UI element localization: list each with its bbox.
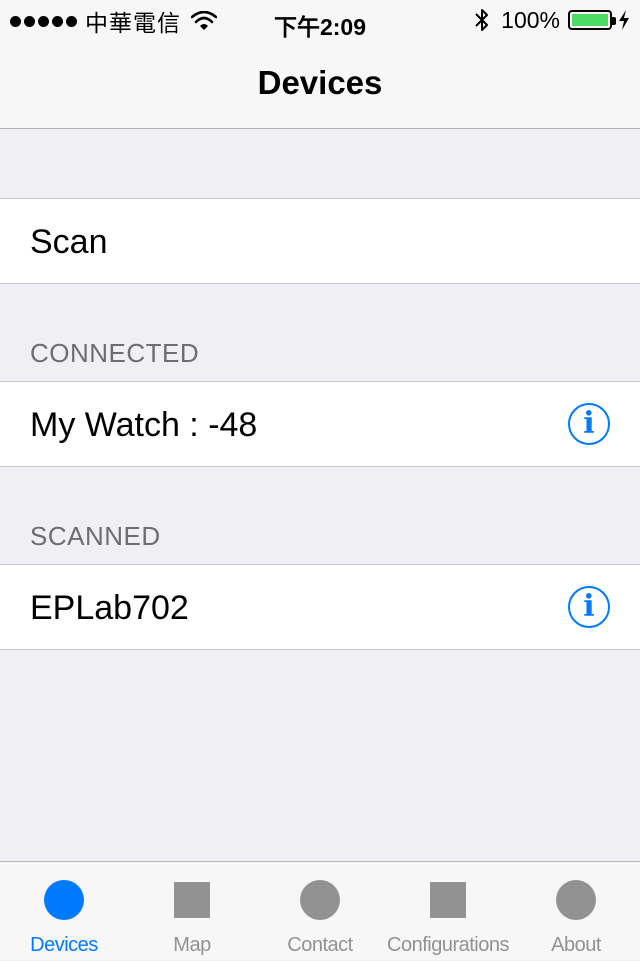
tab-contact[interactable]: Contact [256,862,384,961]
device-cell-scanned[interactable]: EPLab702 i [0,564,640,650]
tab-label: Configurations [387,934,509,956]
tab-configurations[interactable]: Configurations [384,862,512,961]
tab-devices[interactable]: Devices [0,862,128,961]
battery-percent: 100% [501,6,560,33]
tab-about[interactable]: About [512,862,640,961]
square-icon [174,882,210,918]
status-bar: 中華電信 下午2:09 100% [0,0,640,40]
tab-label: Map [173,934,211,956]
tab-map[interactable]: Map [128,862,256,961]
scan-label: Scan [30,223,108,261]
device-label: EPLab702 [30,589,189,627]
square-icon [430,882,466,918]
scan-cell[interactable]: Scan [0,198,640,284]
device-cell-connected[interactable]: My Watch : -48 i [0,381,640,467]
tab-bar: Devices Map Contact Configurations About [0,861,640,960]
circle-icon [556,880,596,920]
tab-label: Contact [287,934,353,956]
circle-icon [300,880,340,920]
navigation-bar: Devices [0,40,640,129]
bluetooth-icon [475,9,489,31]
charging-icon [619,10,629,30]
battery-icon [568,10,616,30]
section-header-scanned: SCANNED [30,521,161,551]
page-title: Devices [257,64,383,101]
circle-icon [44,880,84,920]
info-icon[interactable]: i [568,586,610,628]
section-header-connected: CONNECTED [30,338,200,368]
info-icon[interactable]: i [568,403,610,445]
status-right: 100% [473,6,630,34]
device-label: My Watch : -48 [30,406,258,444]
tab-label: About [551,934,601,956]
